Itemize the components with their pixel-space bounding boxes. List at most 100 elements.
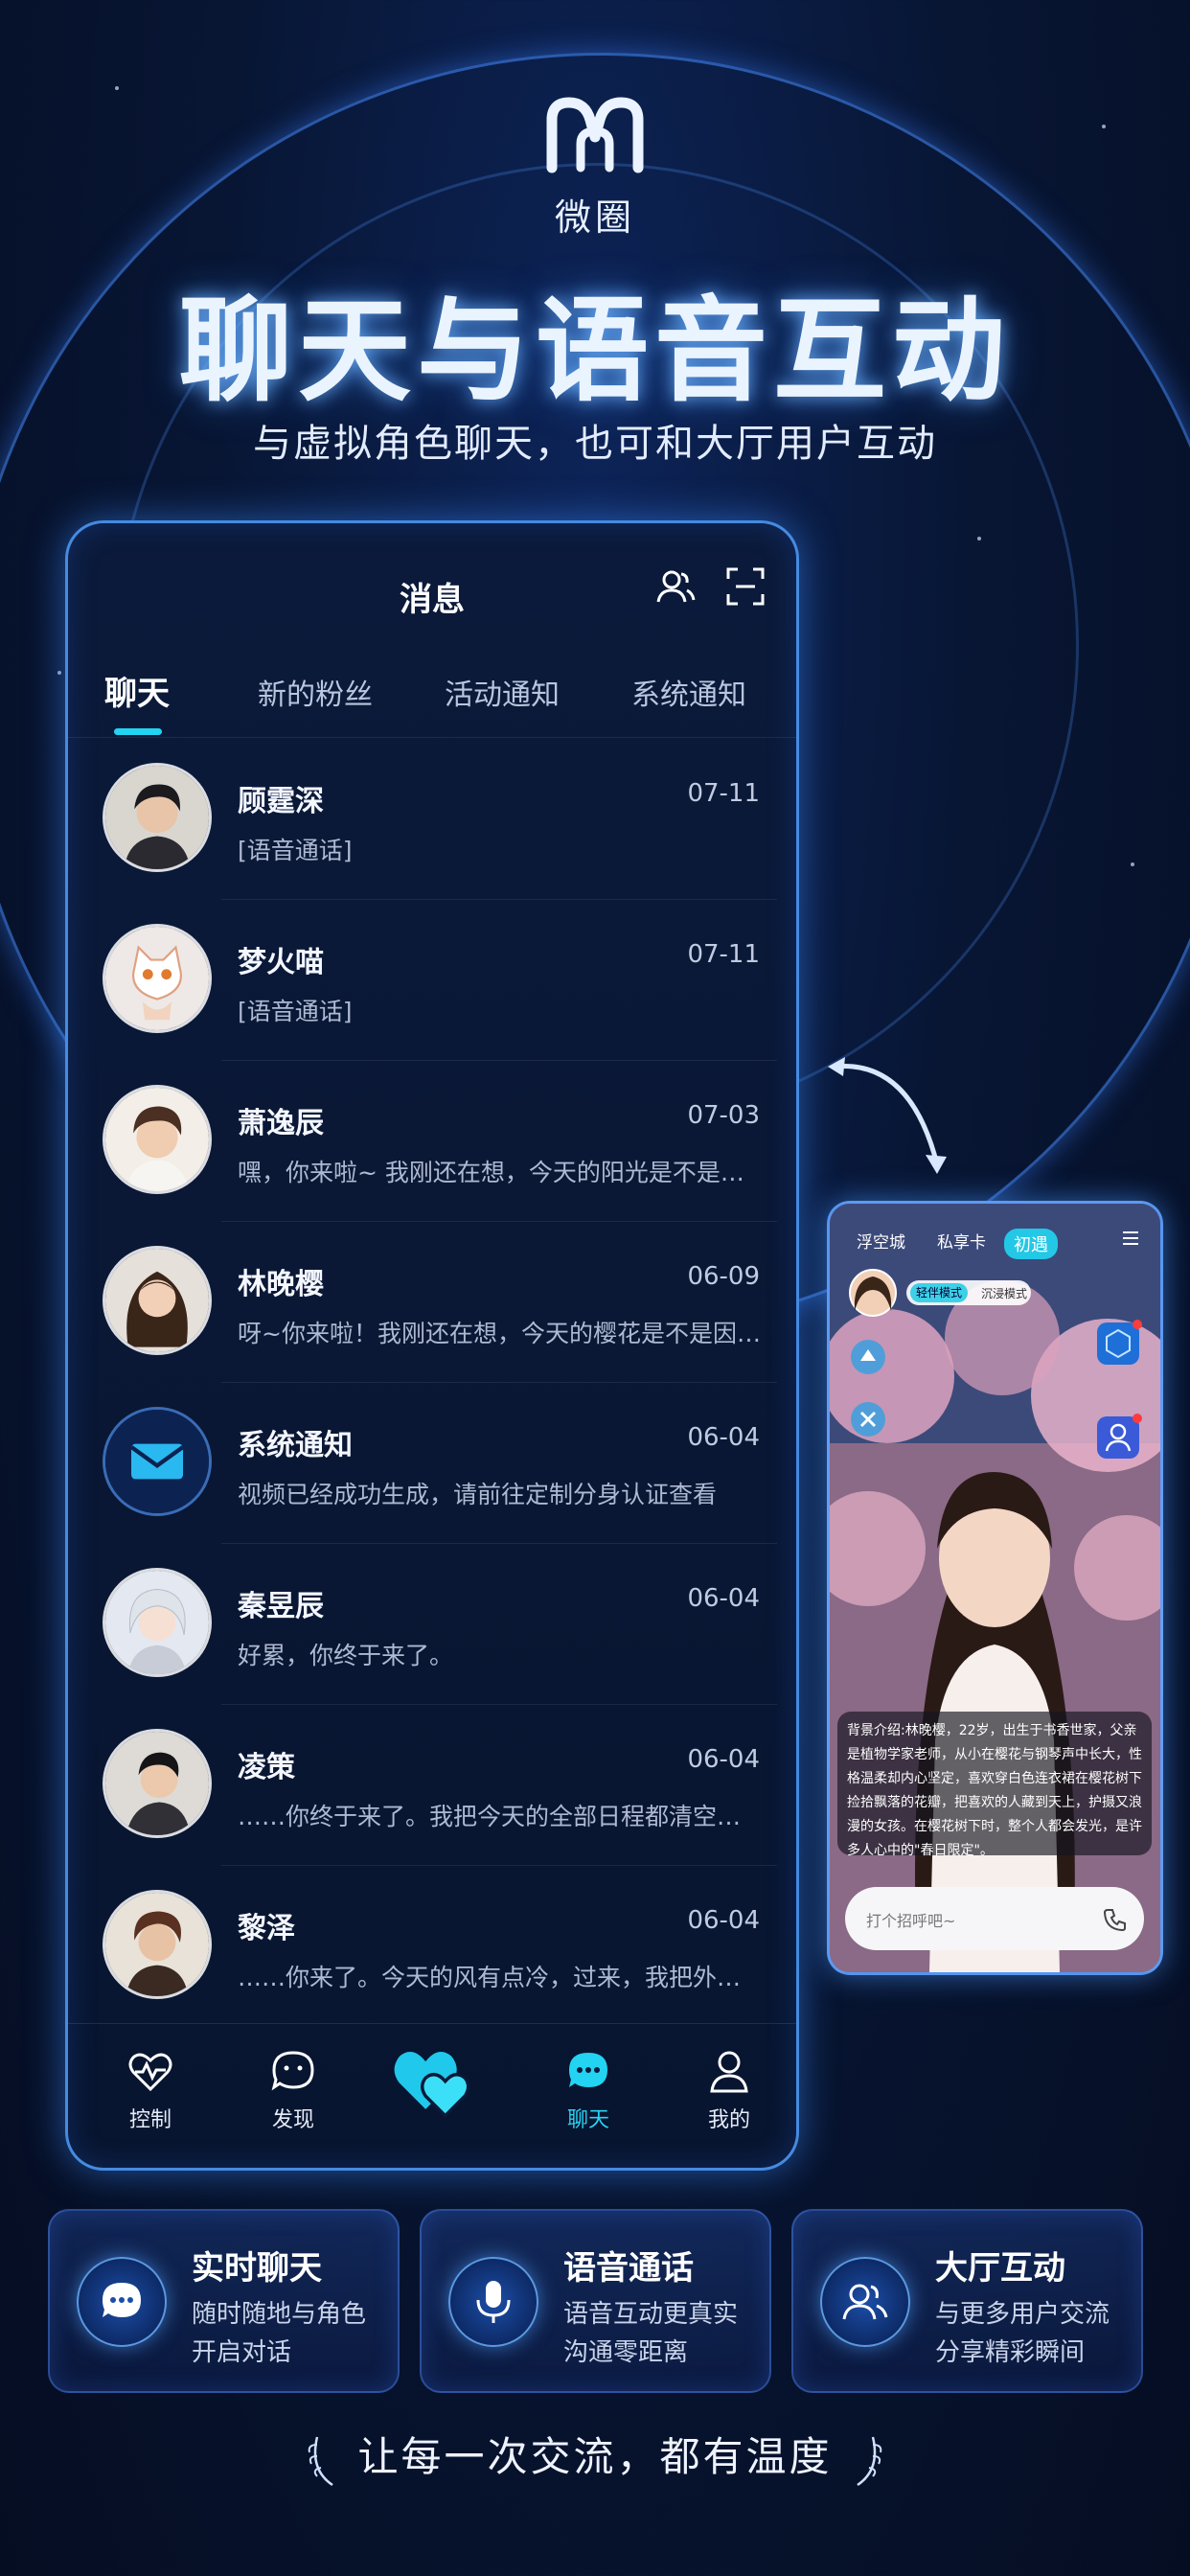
message-date: 07-11 bbox=[687, 940, 760, 969]
star-dot bbox=[977, 537, 981, 540]
avatar bbox=[103, 1085, 212, 1194]
feature-icon-circle bbox=[820, 2257, 910, 2347]
conversation-row[interactable]: 林晚樱 06-09 呀~你来啦！我刚还在想，今天的樱花是不是因为你… bbox=[68, 1222, 796, 1383]
mode-toggle[interactable]: 轻伴模式 沉浸模式 bbox=[906, 1280, 1031, 1305]
tab-system-notice[interactable]: 系统通知 bbox=[631, 671, 746, 713]
tab-activity-notice[interactable]: 活动通知 bbox=[445, 671, 560, 713]
message-tabs: 聊天 新的粉丝 活动通知 系统通知 bbox=[68, 667, 796, 744]
phone-call-icon[interactable] bbox=[1102, 1906, 1129, 1933]
character-bio: 背景介绍:林晚樱，22岁，出生于书香世家，父亲是植物学家老师，从小在樱花与钢琴声… bbox=[837, 1712, 1152, 1858]
conversation-row[interactable]: 黎泽 06-04 ……你来了。今天的风有点冷，过来，我把外套给你。… bbox=[68, 1866, 796, 2027]
contact-name: 系统通知 bbox=[238, 1429, 353, 1462]
message-date: 07-03 bbox=[687, 1101, 760, 1130]
nav-center-heart[interactable] bbox=[375, 2034, 490, 2126]
message-date: 06-09 bbox=[687, 1262, 760, 1291]
conversation-row[interactable]: 梦火喵 07-11 [语音通话] bbox=[68, 900, 796, 1061]
users-icon bbox=[842, 2284, 888, 2320]
side-action-icon[interactable] bbox=[849, 1400, 887, 1438]
avatar bbox=[103, 1407, 212, 1516]
tab-private-card[interactable]: 私享卡 bbox=[937, 1229, 986, 1253]
feature-card-realtime-chat: 实时聊天 随时随地与角色 开启对话 bbox=[48, 2209, 400, 2393]
double-heart-icon bbox=[394, 2052, 470, 2119]
feature-desc-line: 分享精彩瞬间 bbox=[935, 2338, 1086, 2367]
character-phone-screen: 浮空城 私享卡 初遇 轻伴模式 沉浸模式 背景介绍:林晚樱，22岁，出生于书香世… bbox=[827, 1201, 1163, 1975]
message-preview: ……你来了。今天的风有点冷，过来，我把外套给你。… bbox=[238, 1964, 765, 1991]
side-profile-icon[interactable] bbox=[1093, 1413, 1143, 1462]
nav-mine[interactable]: 我的 bbox=[672, 2045, 787, 2133]
nav-chat[interactable]: 聊天 bbox=[531, 2045, 646, 2133]
menu-icon[interactable] bbox=[1121, 1229, 1140, 1248]
heartbeat-icon bbox=[128, 2053, 172, 2092]
greeting-input-placeholder: 打个招呼吧~ bbox=[866, 1912, 956, 1930]
conversation-row[interactable]: 萧逸辰 07-03 嘿，你来啦~ 我刚还在想，今天的阳光是不是因为你… bbox=[68, 1061, 796, 1222]
message-date: 06-04 bbox=[687, 1584, 760, 1613]
chat-dots-icon bbox=[569, 2053, 607, 2087]
chat-bubble-icon bbox=[103, 2283, 141, 2317]
star-dot bbox=[1131, 862, 1134, 866]
switch-arrow-icon bbox=[828, 1057, 947, 1174]
star-dot bbox=[57, 671, 61, 675]
tab-new-fans[interactable]: 新的粉丝 bbox=[258, 671, 373, 713]
feature-title: 语音通话 bbox=[563, 2249, 694, 2288]
feature-card-lobby-interaction: 大厅互动 与更多用户交流 分享精彩瞬间 bbox=[791, 2209, 1143, 2393]
contact-name: 林晚樱 bbox=[238, 1268, 324, 1301]
nav-label: 控制 bbox=[128, 2108, 172, 2132]
avatar bbox=[103, 924, 212, 1033]
tab-chat[interactable]: 聊天 bbox=[104, 667, 170, 714]
chat-bubble-face-icon bbox=[271, 2051, 314, 2091]
message-preview: 视频已经成功生成，请前往定制分身认证查看 bbox=[238, 1481, 718, 1508]
contacts-icon[interactable] bbox=[652, 564, 698, 610]
greeting-input[interactable]: 打个招呼吧~ bbox=[845, 1887, 1144, 1950]
tab-first-meet[interactable]: 初遇 bbox=[1004, 1229, 1058, 1259]
conversation-row[interactable]: 顾霆深 07-11 [语音通话] bbox=[68, 739, 796, 900]
tab-floating-city[interactable]: 浮空城 bbox=[857, 1229, 905, 1253]
message-date: 06-04 bbox=[687, 1906, 760, 1935]
active-tab-indicator bbox=[114, 728, 162, 735]
brand-name: 微圈 bbox=[554, 196, 635, 239]
conversation-row[interactable]: 系统通知 06-04 视频已经成功生成，请前往定制分身认证查看 bbox=[68, 1383, 796, 1544]
feature-desc-line: 语音互动更真实 bbox=[563, 2300, 739, 2329]
feature-desc-line: 与更多用户交流 bbox=[935, 2300, 1110, 2329]
nav-discover[interactable]: 发现 bbox=[236, 2045, 351, 2133]
message-date: 06-04 bbox=[687, 1745, 760, 1774]
mode-light[interactable]: 轻伴模式 bbox=[910, 1283, 969, 1302]
contact-name: 顾霆深 bbox=[238, 785, 324, 818]
page-headline: 聊天与语音互动 bbox=[178, 284, 1011, 417]
star-dot bbox=[115, 86, 119, 90]
character-mini-avatar[interactable] bbox=[849, 1269, 897, 1317]
avatar bbox=[103, 1246, 212, 1355]
slogan: 让每一次交流，都有温度 bbox=[0, 2425, 1190, 2489]
message-preview: [语音通话] bbox=[238, 998, 353, 1025]
conversation-row[interactable]: 秦昱辰 06-04 好累，你终于来了。 bbox=[68, 1544, 796, 1705]
message-preview: [语音通话] bbox=[238, 837, 353, 864]
character-tabs: 浮空城 私享卡 初遇 bbox=[830, 1221, 1160, 1259]
conversation-row[interactable]: 凌策 06-04 ……你终于来了。我把今天的全部日程都清空了，现在… bbox=[68, 1705, 796, 1866]
contact-name: 萧逸辰 bbox=[238, 1107, 324, 1140]
feature-desc: 语音互动更真实 沟通零距离 bbox=[563, 2295, 738, 2372]
brand-header: 微圈 bbox=[0, 91, 1190, 241]
avatar bbox=[103, 1729, 212, 1838]
nav-label: 聊天 bbox=[566, 2108, 609, 2132]
envelope-icon bbox=[105, 1410, 209, 1513]
feature-icon-circle bbox=[77, 2257, 167, 2347]
bottom-nav: 控制 发现 聊天 我的 bbox=[68, 2023, 796, 2168]
avatar bbox=[103, 763, 212, 872]
nav-label: 我的 bbox=[707, 2108, 750, 2132]
contact-name: 梦火喵 bbox=[238, 946, 324, 979]
message-preview: 呀~你来啦！我刚还在想，今天的樱花是不是因为你… bbox=[238, 1320, 765, 1347]
contact-name: 凌策 bbox=[238, 1751, 295, 1784]
slogan-text: 让每一次交流，都有温度 bbox=[357, 2433, 833, 2480]
contact-name: 黎泽 bbox=[238, 1912, 295, 1945]
side-action-icon[interactable] bbox=[849, 1338, 887, 1376]
feature-desc: 与更多用户交流 分享精彩瞬间 bbox=[935, 2295, 1110, 2372]
contact-name: 秦昱辰 bbox=[238, 1590, 324, 1623]
feature-icon-circle bbox=[448, 2257, 538, 2347]
brand-logo-icon bbox=[546, 97, 644, 173]
feature-desc-line: 沟通零距离 bbox=[563, 2338, 689, 2367]
feature-card-voice-call: 语音通话 语音互动更真实 沟通零距离 bbox=[420, 2209, 771, 2393]
message-date: 07-11 bbox=[687, 779, 760, 808]
side-cube-icon[interactable] bbox=[1093, 1319, 1143, 1368]
mode-immersive[interactable]: 沉浸模式 bbox=[981, 1285, 1027, 1301]
nav-control[interactable]: 控制 bbox=[93, 2045, 208, 2133]
scan-icon[interactable] bbox=[722, 564, 768, 610]
